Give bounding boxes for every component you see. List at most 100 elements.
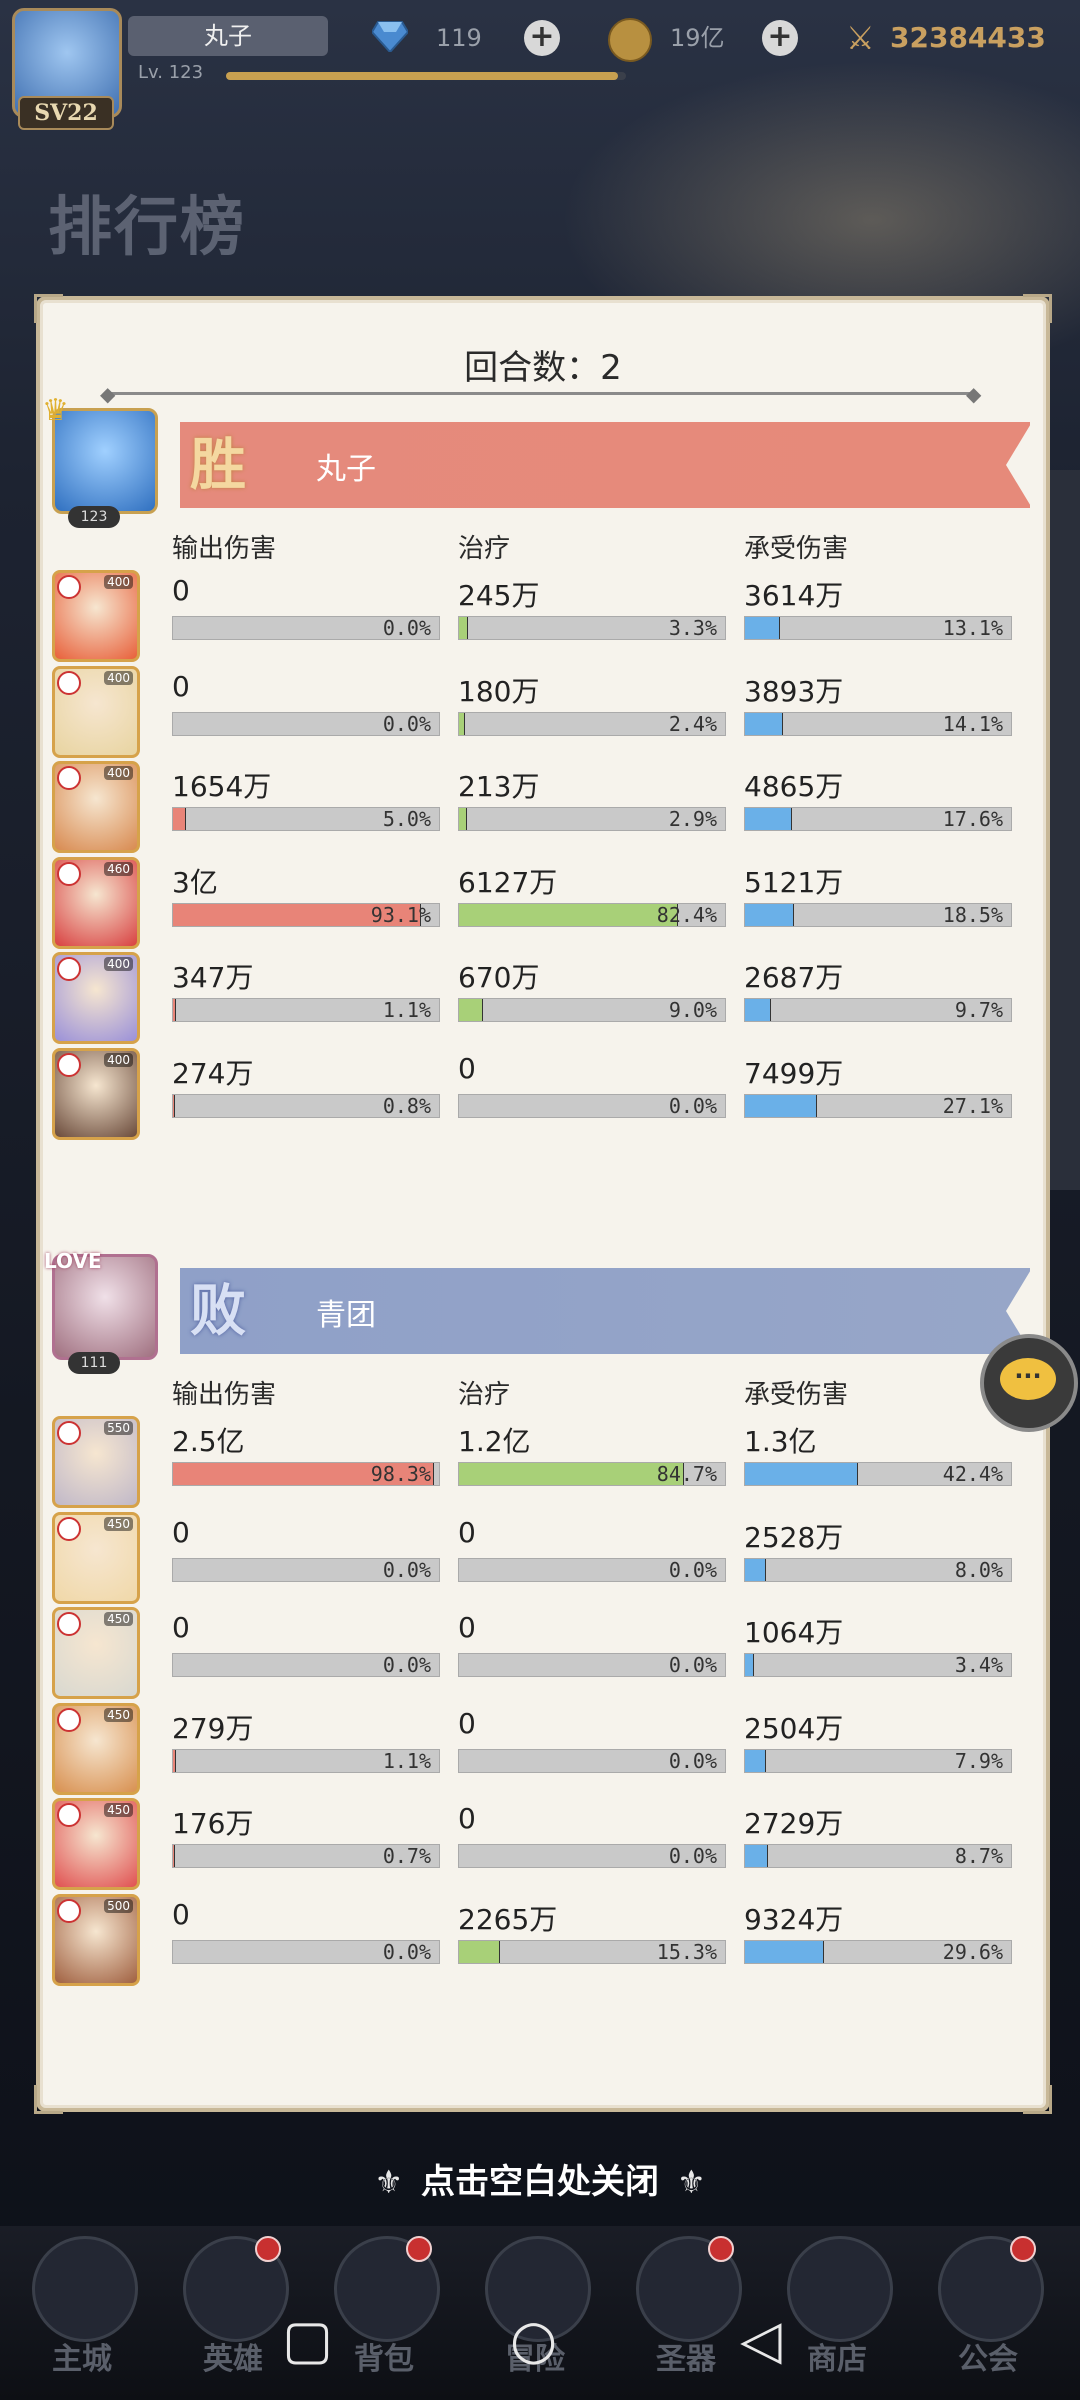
- damage-percent: 0.8%: [382, 1093, 431, 1118]
- hero-portrait[interactable]: 450: [52, 1607, 140, 1699]
- damage-stat: 279万 1.1%: [172, 1703, 442, 1793]
- heal-value: 6127万: [458, 865, 558, 899]
- heal-stat: 245万 3.3%: [458, 570, 728, 660]
- nav-item[interactable]: 商店: [767, 2236, 907, 2386]
- tank-bar-fill: [745, 1940, 824, 1963]
- tank-bar: 7.9%: [744, 1748, 1012, 1773]
- damage-stat: 347万 1.1%: [172, 952, 442, 1042]
- damage-stat: 3亿 93.1%: [172, 857, 442, 947]
- nav-label: 商店: [807, 2342, 867, 2377]
- tank-value: 3893万: [744, 674, 844, 708]
- add-gems-button[interactable]: +: [524, 20, 560, 56]
- hero-row: 400 1654万 5.0% 213万 2.9% 4865万 17.6%: [52, 761, 1042, 853]
- heal-stat: 0 0.0%: [458, 1703, 728, 1793]
- nav-label: 公会: [958, 2342, 1018, 2377]
- hero-portrait[interactable]: 400: [52, 1047, 140, 1140]
- nav-item[interactable]: 公会: [918, 2236, 1058, 2386]
- chat-button[interactable]: ···: [980, 1334, 1078, 1432]
- heal-percent: 0.0%: [668, 1557, 717, 1582]
- add-coins-button[interactable]: +: [762, 20, 798, 56]
- hero-portrait[interactable]: 450: [52, 1702, 140, 1795]
- hero-portrait[interactable]: 400: [52, 952, 140, 1044]
- hero-row: 500 0 0.0% 2265万 15.3% 9324万 29.6%: [52, 1893, 1042, 1986]
- hero-portrait[interactable]: 500: [52, 1893, 140, 1986]
- nav-item[interactable]: 圣器: [616, 2236, 756, 2386]
- hero-row: 400 274万 0.8% 0 0.0% 7499万 27.1%: [52, 1047, 1042, 1140]
- tank-percent: 29.6%: [942, 1939, 1003, 1964]
- hero-level: 400: [104, 670, 133, 685]
- square-icon[interactable]: ▢: [282, 2310, 333, 2370]
- close-hint[interactable]: ⚜ 点击空白处关闭 ⚜: [0, 2154, 1080, 2203]
- heal-bar: 84.7%: [458, 1462, 726, 1486]
- tank-percent: 42.4%: [942, 1462, 1003, 1486]
- col-header-tank: 承受伤害: [744, 534, 849, 564]
- tank-value: 2729万: [744, 1807, 844, 1840]
- heal-value: 0: [458, 1802, 476, 1835]
- tank-bar: 18.5%: [744, 902, 1012, 927]
- hero-row: 460 3亿 93.1% 6127万 82.4% 5121万 18.5%: [52, 856, 1042, 949]
- loser-name: 青团: [316, 1298, 376, 1333]
- damage-bar: 93.1%: [172, 902, 440, 927]
- hero-row: 550 2.5亿 98.3% 1.2亿 84.7% 1.3亿 42.4%: [52, 1416, 1042, 1508]
- hero-row: 400 347万 1.1% 670万 9.0% 2687万 9.7%: [52, 952, 1042, 1044]
- damage-bar: 0.7%: [172, 1844, 440, 1868]
- notification-dot: [708, 2236, 734, 2262]
- tank-bar-fill: [745, 808, 792, 830]
- nav-label: 主城: [52, 2342, 112, 2377]
- damage-bar: 0.0%: [172, 616, 440, 640]
- heal-percent: 3.3%: [668, 616, 717, 640]
- tank-value: 2528万: [744, 1520, 844, 1554]
- nav-item[interactable]: 背包: [314, 2236, 454, 2386]
- hero-portrait[interactable]: 460: [52, 856, 140, 949]
- damage-value: 0: [172, 1897, 190, 1931]
- hero-portrait[interactable]: 550: [52, 1416, 140, 1508]
- nav-item[interactable]: 主城: [12, 2236, 152, 2386]
- tank-percent: 13.1%: [942, 616, 1003, 640]
- gem-count: 119: [436, 24, 482, 52]
- heal-bar: 2.9%: [458, 807, 726, 831]
- hero-portrait[interactable]: 400: [52, 570, 140, 662]
- heal-percent: 0.0%: [668, 1844, 717, 1868]
- heal-percent: 0.0%: [668, 1653, 717, 1677]
- hero-portrait[interactable]: 400: [52, 761, 140, 853]
- side-strip: [1050, 470, 1080, 1190]
- heal-bar-fill: [459, 808, 467, 830]
- heal-stat: 6127万 82.4%: [458, 857, 728, 947]
- hero-level: 400: [104, 575, 133, 589]
- damage-stat: 0 0.0%: [172, 570, 442, 660]
- hero-level: 400: [104, 1052, 133, 1067]
- divider-ornament-icon: ◆: [966, 382, 982, 406]
- heal-value: 2265万: [458, 1902, 558, 1936]
- col-header-damage: 输出伤害: [172, 534, 277, 564]
- hero-portrait[interactable]: 400: [52, 665, 140, 758]
- top-bar: SV22 丸子 Lv. 123 119 + 19亿 + ⚔ 32384433: [0, 0, 1080, 130]
- tank-percent: 7.9%: [954, 1748, 1003, 1773]
- heal-bar-fill: [459, 712, 466, 735]
- damage-stat: 0 0.0%: [172, 1607, 442, 1697]
- hero-portrait[interactable]: 450: [52, 1798, 140, 1890]
- element-icon: [57, 1898, 81, 1923]
- combat-power: 32384433: [890, 21, 1046, 54]
- coin-count: 19亿: [670, 24, 725, 52]
- element-icon: [57, 1516, 81, 1541]
- tank-value: 7499万: [744, 1056, 844, 1090]
- tank-stat: 7499万 27.1%: [744, 1048, 1014, 1138]
- tank-percent: 9.7%: [954, 998, 1003, 1022]
- tank-stat: 1064万 3.4%: [744, 1607, 1014, 1697]
- tank-value: 4865万: [744, 770, 844, 803]
- heal-stat: 213万 2.9%: [458, 761, 728, 851]
- damage-percent: 0.0%: [382, 1557, 431, 1582]
- round-count: 回合数：2: [464, 348, 622, 388]
- coin-icon: [608, 18, 652, 62]
- damage-bar: 98.3%: [172, 1462, 440, 1486]
- hero-portrait[interactable]: 450: [52, 1511, 140, 1604]
- triangle-back-icon[interactable]: ◁: [740, 2310, 782, 2370]
- tank-value: 9324万: [744, 1902, 844, 1936]
- damage-bar-fill: [173, 808, 187, 830]
- circle-icon[interactable]: ○: [510, 2310, 557, 2370]
- notification-dot: [406, 2236, 432, 2262]
- damage-value: 279万: [172, 1711, 254, 1745]
- damage-stat: 0 0.0%: [172, 666, 442, 756]
- element-icon: [57, 1612, 81, 1636]
- heal-bar-fill: [459, 1463, 685, 1485]
